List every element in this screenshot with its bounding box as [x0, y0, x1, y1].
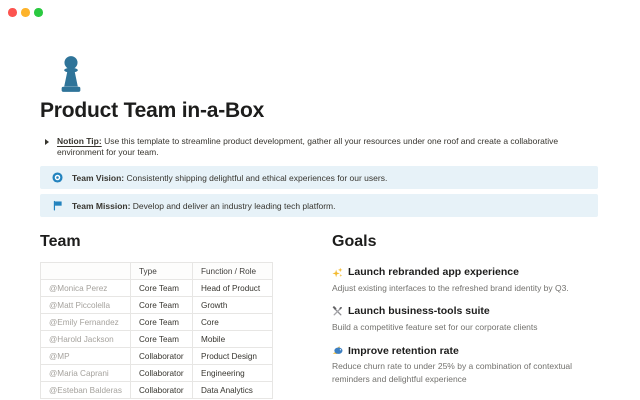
notion-tip-text: Notion Tip: Use this template to streaml…	[57, 136, 601, 158]
person-mention[interactable]: @Monica Perez	[40, 279, 131, 297]
team-vision-label: Team Vision:	[72, 172, 125, 183]
toggle-triangle-icon[interactable]	[45, 138, 49, 145]
team-section: Team Type Function / Role @Monica Perez …	[40, 233, 273, 399]
column-header-name	[40, 262, 131, 280]
role-cell: Engineering	[192, 364, 273, 382]
team-heading: Team	[40, 233, 81, 250]
role-cell: Growth	[192, 296, 273, 314]
notion-tip-toggle-block: Notion Tip: Use this template to streaml…	[45, 136, 601, 158]
role-cell: Head of Product	[192, 279, 273, 297]
goal-title: Launch business-tools suite	[332, 305, 604, 317]
compass-icon	[52, 172, 63, 183]
fish-icon	[332, 345, 343, 356]
hammer-and-wrench-icon	[332, 305, 343, 317]
team-mission-callout: Team Mission: Develop and deliver an ind…	[40, 194, 598, 217]
team-vision-callout: Team Vision: Consistently shipping delig…	[40, 166, 598, 189]
table-row: @Harold Jackson Core Team Mobile	[40, 330, 273, 348]
zoom-button[interactable]	[34, 8, 43, 17]
goals-section: Goals Launch rebranded app experience Ad…	[332, 233, 604, 386]
goals-heading: Goals	[332, 233, 377, 250]
pawn-icon[interactable]	[54, 54, 88, 94]
team-mission-text: Team Mission: Develop and deliver an ind…	[72, 201, 336, 211]
table-row: @Monica Perez Core Team Head of Product	[40, 279, 273, 297]
person-mention[interactable]: @Harold Jackson	[40, 330, 131, 348]
type-cell: Core Team	[130, 313, 193, 331]
goal-item: Launch rebranded app experience Adjust e…	[332, 266, 604, 294]
team-vision-text: Team Vision: Consistently shipping delig…	[72, 173, 387, 183]
goal-title: Improve retention rate	[332, 345, 604, 357]
goal-description: Build a competitive feature set for our …	[332, 321, 538, 332]
flag-icon	[52, 200, 63, 211]
goal-item: Launch business-tools suite Build a comp…	[332, 305, 604, 333]
person-mention[interactable]: @MP	[40, 347, 131, 365]
team-vision-body: Consistently shipping delightful and eth…	[126, 172, 388, 183]
table-row: @MP Collaborator Product Design	[40, 347, 273, 365]
person-mention[interactable]: @Emily Fernandez	[40, 313, 131, 331]
notion-tip-label: Notion Tip:	[57, 136, 102, 146]
minimize-button[interactable]	[21, 8, 30, 17]
role-cell: Mobile	[192, 330, 273, 348]
goal-description: Adjust existing interfaces to the refres…	[332, 282, 569, 293]
goal-title-text: Launch business-tools suite	[348, 305, 490, 318]
team-mission-label: Team Mission:	[72, 200, 131, 211]
goal-title-text: Launch rebranded app experience	[348, 266, 519, 278]
goal-description: Reduce churn rate to under 25% by a comb…	[332, 361, 573, 384]
type-cell: Collaborator	[130, 381, 193, 399]
goal-title: Launch rebranded app experience	[332, 266, 604, 278]
team-mission-body: Develop and deliver an industry leading …	[132, 200, 336, 211]
column-header-type: Type	[130, 262, 193, 280]
table-row: @Esteban Balderas Collaborator Data Anal…	[40, 381, 273, 399]
sparkles-icon	[332, 267, 343, 278]
role-cell: Product Design	[192, 347, 273, 365]
type-cell: Core Team	[130, 296, 193, 314]
column-header-role: Function / Role	[192, 262, 273, 280]
person-mention[interactable]: @Esteban Balderas	[40, 381, 131, 399]
type-cell: Core Team	[130, 279, 193, 297]
type-cell: Collaborator	[130, 364, 193, 382]
notion-page: Product Team in-a-Box Notion Tip: Use th…	[0, 0, 640, 400]
table-header-row: Type Function / Role	[40, 262, 273, 280]
goal-title-text: Improve retention rate	[348, 344, 459, 357]
close-button[interactable]	[8, 8, 17, 17]
person-mention[interactable]: @Matt Piccolella	[40, 296, 131, 314]
table-row: @Emily Fernandez Core Team Core	[40, 313, 273, 331]
team-table: Type Function / Role @Monica Perez Core …	[40, 262, 273, 399]
window-controls	[8, 8, 43, 17]
role-cell: Data Analytics	[192, 381, 273, 399]
page-title: Product Team in-a-Box	[40, 99, 265, 122]
table-row: @Maria Caprani Collaborator Engineering	[40, 364, 273, 382]
type-cell: Collaborator	[130, 347, 193, 365]
type-cell: Core Team	[130, 330, 193, 348]
person-mention[interactable]: @Maria Caprani	[40, 364, 131, 382]
table-row: @Matt Piccolella Core Team Growth	[40, 296, 273, 314]
role-cell: Core	[192, 313, 273, 331]
notion-tip-body: Use this template to streamline product …	[57, 136, 559, 157]
goal-item: Improve retention rate Reduce churn rate…	[332, 345, 604, 386]
